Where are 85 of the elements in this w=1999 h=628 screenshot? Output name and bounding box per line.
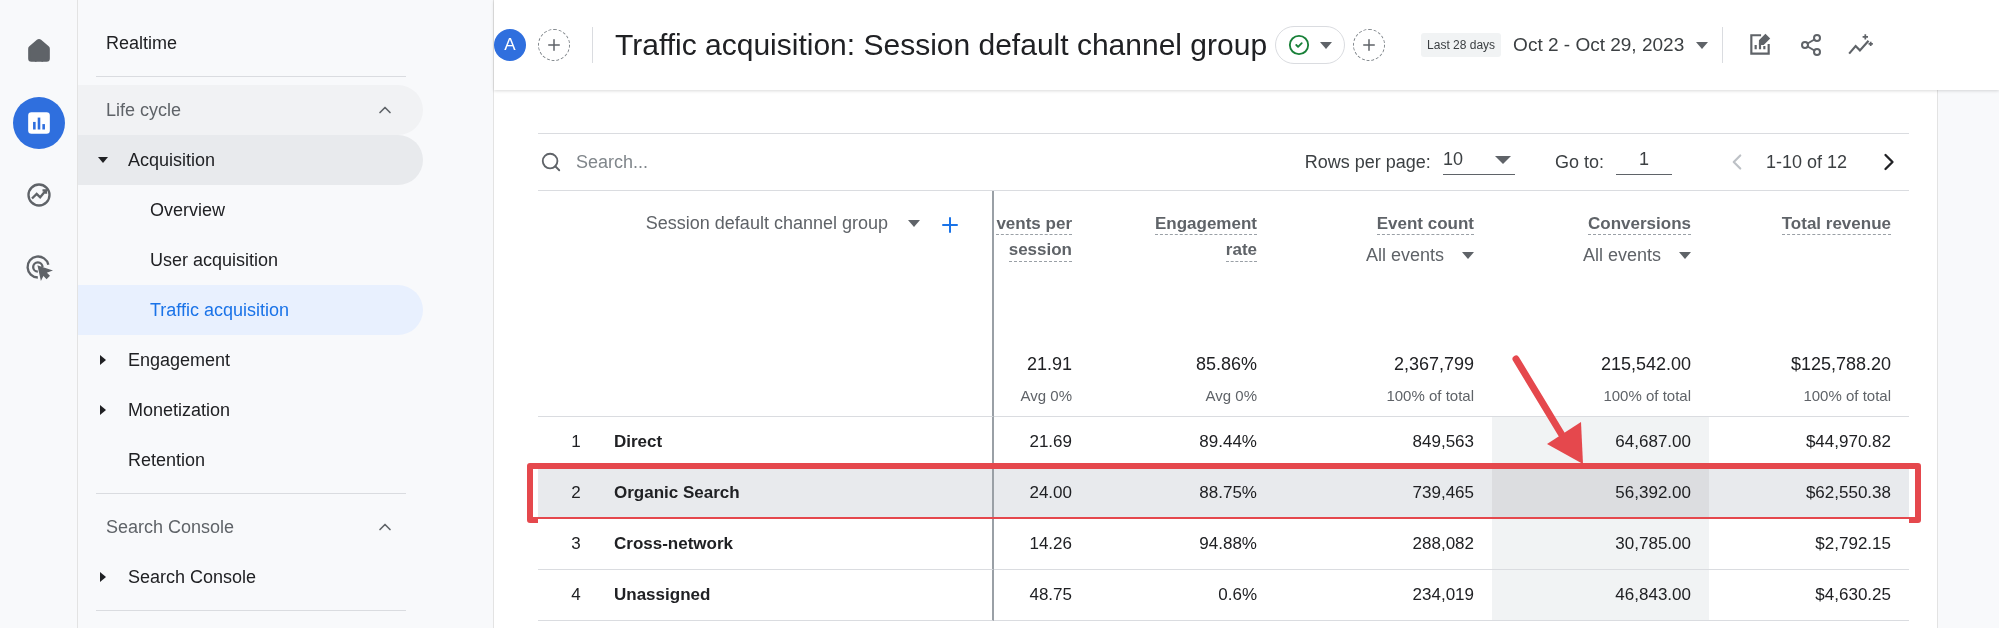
total-value: $125,788.20 [1790, 354, 1891, 375]
dimension-dropdown[interactable]: Session default channel group [645, 213, 920, 234]
column-header[interactable]: vents per [996, 213, 1072, 236]
table-cell: $62,550.38 [1709, 468, 1909, 519]
total-value: 85.86% [1195, 354, 1257, 375]
row-number: 3 [538, 519, 598, 570]
date-range-chip: Last 28 days [1421, 33, 1502, 57]
caret-icon [1462, 252, 1474, 260]
column-header[interactable]: session [1008, 239, 1072, 262]
event-filter-dropdown[interactable]: All events [1582, 245, 1691, 267]
check-circle-icon [1288, 34, 1311, 56]
column-header[interactable]: Engagement [1154, 213, 1257, 236]
rows-per-page-select[interactable]: 10 [1442, 149, 1515, 175]
sidebar-group[interactable]: Engagement [78, 335, 423, 385]
table-cell: 46,843.00 [1492, 570, 1709, 621]
total-note: 100% of total [1803, 387, 1891, 404]
page-range: 1-10 of 12 [1765, 151, 1847, 173]
section-header[interactable]: Life cycle [78, 85, 423, 135]
caret-icon [908, 220, 920, 227]
sidebar-item[interactable]: Overview [78, 185, 423, 235]
sidebar-group[interactable]: Retention [78, 435, 423, 485]
total-note: Avg 0% [1020, 387, 1072, 404]
sidebar-item: Search Console [128, 566, 257, 588]
total-note: 100% of total [1386, 387, 1474, 404]
row-number: 2 [538, 468, 598, 519]
search-icon [540, 151, 562, 173]
home-icon [25, 38, 52, 64]
nav-rail-button[interactable] [12, 97, 65, 149]
column-header[interactable]: Conversions [1588, 213, 1691, 236]
trend-circle-icon [24, 181, 53, 209]
caret-icon [1320, 41, 1333, 49]
section-header[interactable]: Search Console [78, 502, 423, 552]
sidebar-group[interactable]: Monetization [78, 385, 423, 435]
table-cell: 30,785.00 [1492, 519, 1709, 570]
table-cell: 739,465 [1275, 468, 1492, 519]
table-cell: 14.26 [994, 519, 1090, 570]
section-title: Search Console [106, 516, 235, 538]
column-header[interactable]: rate [1225, 239, 1257, 262]
table-cell: 288,082 [1275, 519, 1492, 570]
share-icon [1799, 33, 1824, 57]
cursor-target-icon [24, 253, 53, 281]
table-cell: 56,392.00 [1492, 468, 1709, 519]
section-title: Life cycle [106, 99, 182, 121]
sidebar-group[interactable]: Search Console [78, 552, 423, 602]
caret-icon [1494, 155, 1511, 164]
bar-chart-icon [25, 110, 52, 136]
sidebar-item: Monetization [128, 399, 231, 421]
column-header[interactable]: Total revenue [1781, 213, 1891, 236]
table-cell: 88.75% [1090, 468, 1275, 519]
sidebar-item: Engagement [128, 349, 231, 371]
sidebar-item[interactable]: Traffic acquisition [78, 285, 423, 335]
caret-right-icon [98, 572, 108, 582]
plus-icon [545, 36, 563, 54]
caret-icon [1679, 252, 1691, 260]
add-comparison-button[interactable] [538, 29, 570, 61]
table-cell: 24.00 [994, 468, 1090, 519]
total-note: Avg 0% [1205, 387, 1257, 404]
sidebar-item: Acquisition [128, 149, 216, 171]
sidebar-group[interactable]: Acquisition [78, 135, 423, 185]
status-dropdown[interactable] [1275, 26, 1346, 64]
caret-right-icon [98, 355, 108, 365]
avatar[interactable]: A [494, 29, 526, 61]
date-range-button[interactable]: Oct 2 - Oct 29, 2023 [1501, 34, 1709, 56]
caret-right-icon [98, 405, 108, 415]
report-title: Traffic acquisition: Session default channel group [615, 28, 1268, 62]
go-to-label: Go to: [1554, 151, 1604, 173]
caret-down-icon [98, 155, 108, 165]
total-value: 2,367,799 [1393, 354, 1474, 375]
channel-cell[interactable]: Unassigned [598, 570, 994, 621]
table-cell: 94.88% [1090, 519, 1275, 570]
sidebar-item: Retention [128, 449, 206, 471]
go-to-field[interactable]: 1 [1615, 149, 1672, 175]
add-button[interactable] [1353, 29, 1386, 61]
channel-cell[interactable]: Cross-network [598, 519, 994, 570]
rows-per-page-label: Rows per page: [1304, 151, 1431, 173]
total-value: 215,542.00 [1600, 354, 1691, 375]
total-note: 100% of total [1603, 387, 1691, 404]
channel-cell[interactable]: Organic Search [598, 468, 994, 519]
event-filter-dropdown[interactable]: All events [1365, 245, 1474, 267]
sidebar-item[interactable]: User acquisition [78, 235, 423, 285]
total-value: 21.91 [1026, 354, 1072, 375]
column-header[interactable]: Event count [1376, 213, 1474, 236]
caret-icon [1696, 41, 1709, 49]
table-cell: $2,792.15 [1709, 519, 1909, 570]
sidebar-item[interactable]: Realtime [78, 18, 423, 68]
